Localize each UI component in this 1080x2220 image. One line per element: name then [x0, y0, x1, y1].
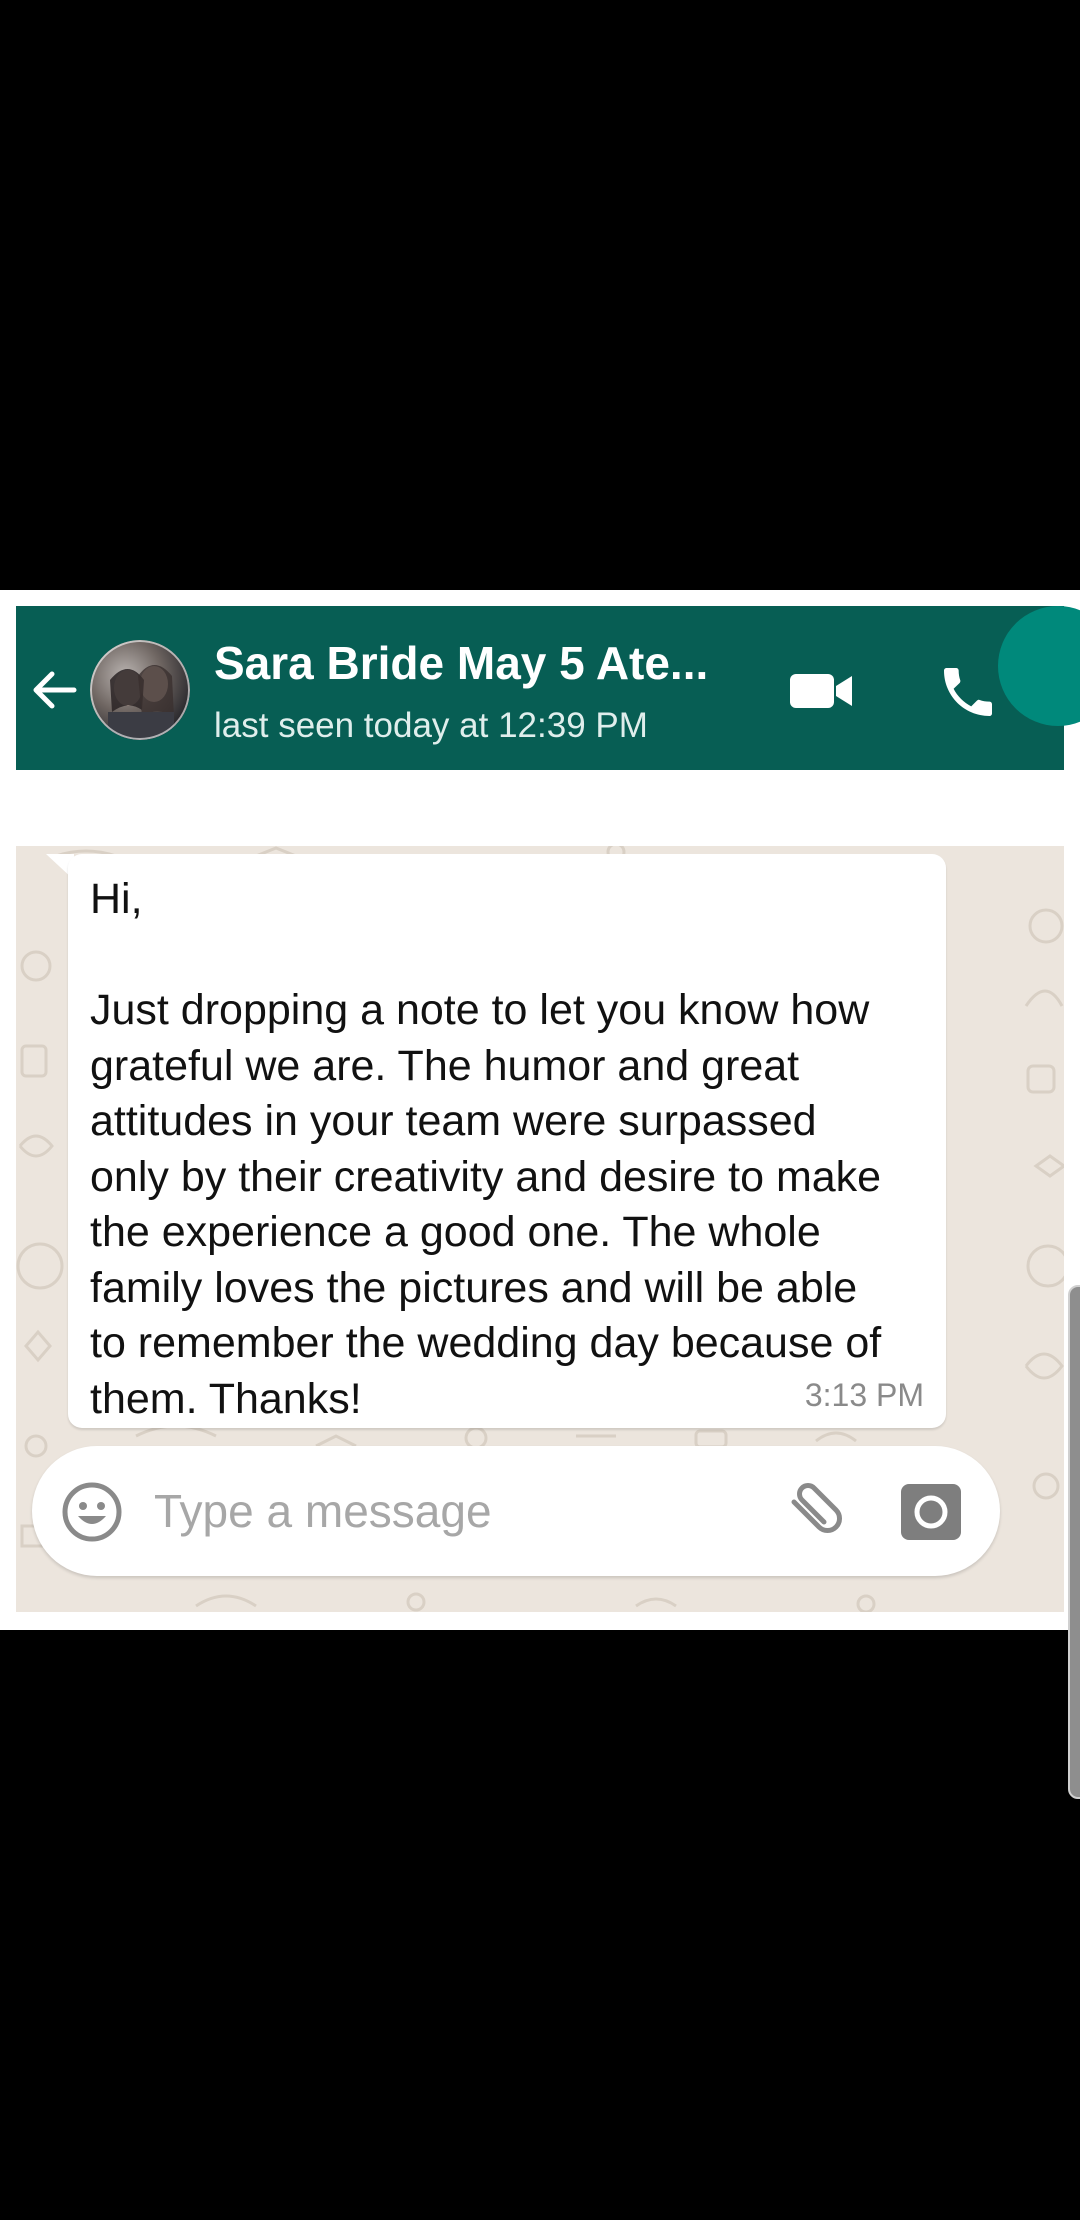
arrow-left-icon[interactable]	[28, 664, 80, 716]
message-time: 3:13 PM	[804, 1377, 924, 1413]
contact-name[interactable]: Sara Bride May 5 Ate...	[214, 636, 708, 690]
message-input[interactable]	[152, 1472, 676, 1550]
video-camera-icon[interactable]	[788, 666, 856, 716]
whatsapp-screenshot-card: Sara Bride May 5 Ate... last seen today …	[0, 590, 1080, 1630]
chat-header: Sara Bride May 5 Ate... last seen today …	[16, 606, 1064, 770]
avatar[interactable]	[90, 640, 190, 740]
edge-panel-handle[interactable]	[1068, 1285, 1080, 1799]
last-seen-status: last seen today at 12:39 PM	[214, 706, 648, 745]
emoji-icon[interactable]	[60, 1480, 124, 1544]
chat-area[interactable]: Hi, Just dropping a note to let you know…	[16, 846, 1064, 1612]
camera-icon[interactable]	[900, 1480, 962, 1542]
message-text: Hi, Just dropping a note to let you know…	[90, 875, 882, 1423]
paperclip-icon[interactable]	[778, 1478, 846, 1546]
phone-icon[interactable]	[936, 660, 1000, 724]
message-composer	[32, 1446, 1000, 1576]
incoming-message-bubble[interactable]: Hi, Just dropping a note to let you know…	[68, 854, 946, 1428]
